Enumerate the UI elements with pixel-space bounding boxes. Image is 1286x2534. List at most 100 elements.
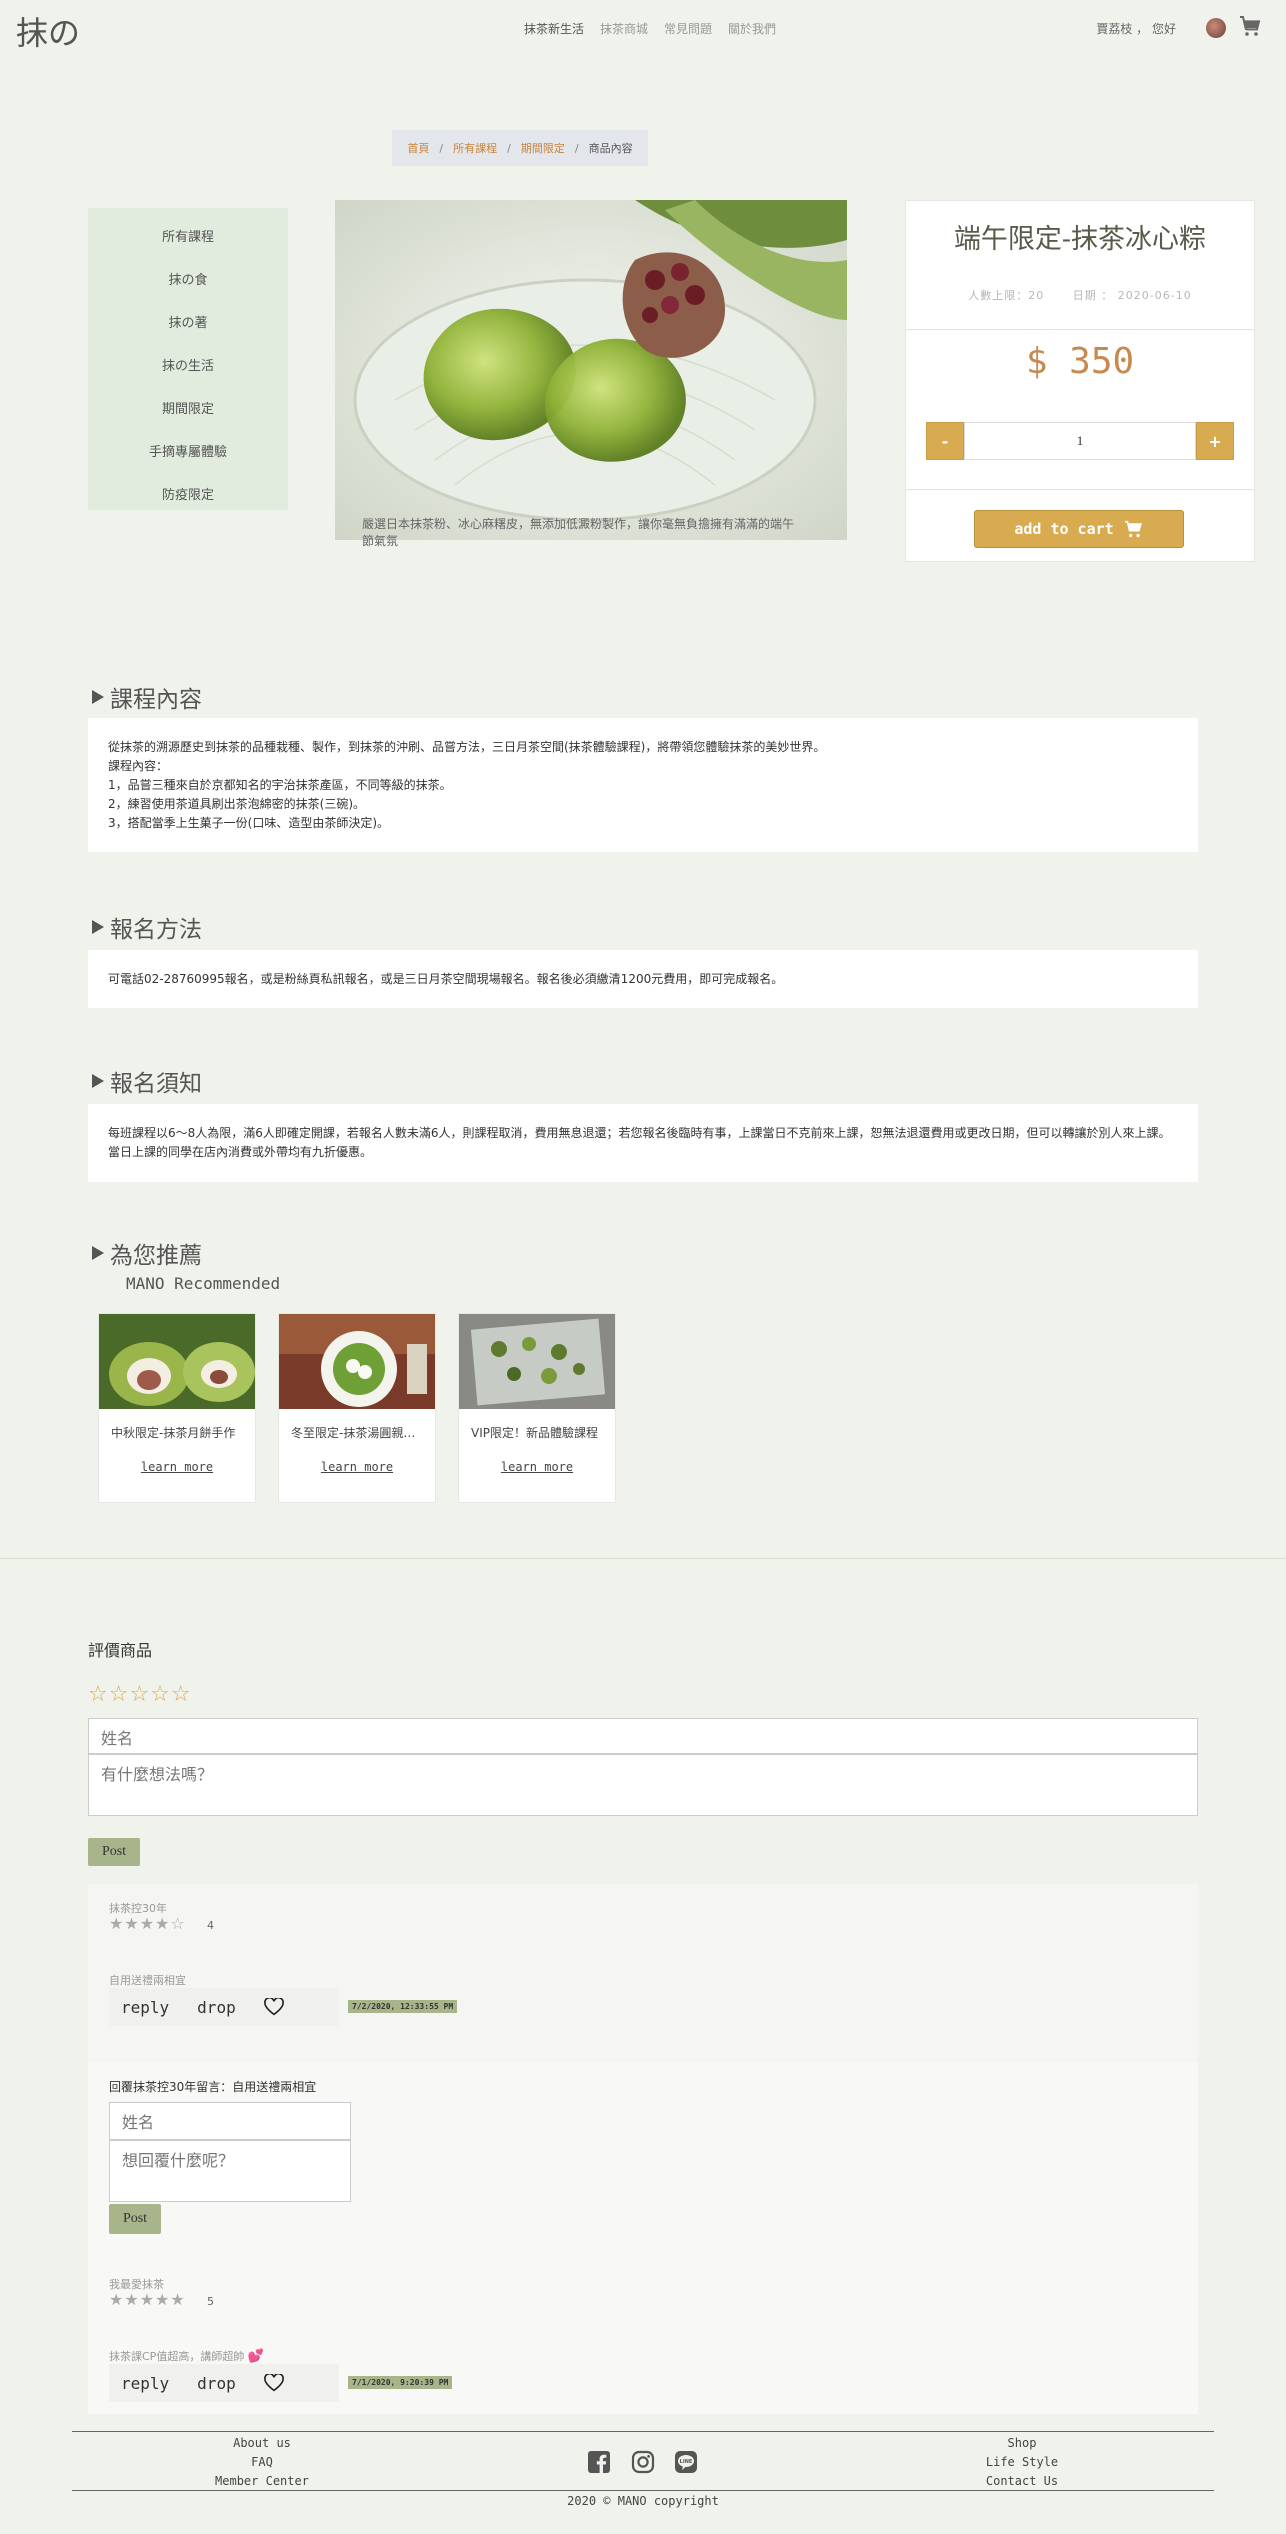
recommend-card[interactable]: 冬至限定-抹茶湯圓親子手作 learn more <box>278 1313 436 1503</box>
date-label: 日期 ： 2020-06-10 <box>1072 289 1192 302</box>
svg-text:LINE: LINE <box>680 2459 693 2465</box>
notice-box: 每班課程以6～8人為限，滿6人即確定開課，若報名人數未滿6人，則課程取消，費用無… <box>88 1104 1198 1182</box>
sidebar-item-life[interactable]: 抹の生活 <box>88 345 288 388</box>
sidebar-item-all-courses[interactable]: 所有課程 <box>88 216 288 259</box>
triangle-icon <box>92 920 104 934</box>
learn-more-link[interactable]: learn more <box>99 1460 255 1474</box>
product-meta: 人數上限：20 日期 ： 2020-06-10 <box>906 287 1254 303</box>
review-stars: ★★★★★ <box>109 2290 186 2309</box>
review-text-content: 抹茶課CP值超高，講師超帥 <box>109 2350 245 2363</box>
nav-matcha-shop[interactable]: 抹茶商城 <box>600 20 648 37</box>
sidebar-item-picking[interactable]: 手摘專屬體驗 <box>88 431 288 474</box>
site-logo[interactable]: 抹の <box>16 8 80 54</box>
triangle-icon <box>92 1246 104 1260</box>
recommend-card[interactable]: VIP限定！新品體驗課程 learn more <box>458 1313 616 1503</box>
footer-lifestyle-link[interactable]: Life Style <box>962 2453 1082 2472</box>
learn-more-link[interactable]: learn more <box>279 1460 435 1474</box>
product-image <box>335 200 847 540</box>
facebook-icon[interactable] <box>587 2450 611 2474</box>
instagram-icon[interactable] <box>631 2450 655 2474</box>
reply-name-input[interactable]: 姓名 <box>109 2102 351 2140</box>
review-timestamp: 7/2/2020, 12:33:55 PM <box>348 2000 458 2013</box>
qty-input[interactable]: 1 <box>964 422 1196 460</box>
triangle-icon <box>92 690 104 704</box>
breadcrumb-separator: / <box>507 141 511 155</box>
review-text: 抹茶課CP值超高，講師超帥 💕 <box>109 2348 264 2364</box>
breadcrumb-separator: / <box>439 141 444 155</box>
triangle-icon <box>92 1074 104 1088</box>
notice-text: 每班課程以6～8人為限，滿6人即確定開課，若報名人數未滿6人，則課程取消，費用無… <box>108 1126 1171 1159</box>
breadcrumb: 首頁 / 所有課程 / 期間限定 / 商品內容 <box>392 130 648 166</box>
content-text: 從抹茶的溯源歷史到抹茶的品種栽種、製作，到抹茶的沖刷、品嘗方法，三日月茶空間(抹… <box>108 740 826 830</box>
recommend-card[interactable]: 中秋限定-抹茶月餅手作 learn more <box>98 1313 256 1503</box>
recommend-heading: 為您推薦 <box>92 1236 202 1270</box>
rating-stars-input[interactable]: ☆☆☆☆☆ <box>88 1682 192 1707</box>
cart-icon[interactable] <box>1238 14 1262 38</box>
breadcrumb-separator: / <box>574 141 579 155</box>
signup-text: 可電話02-28760995報名，或是粉絲頁私訊報名，或是三日月茶空間現場報名。… <box>108 972 784 986</box>
divider <box>906 329 1254 330</box>
footer-top-line <box>72 2431 1214 2432</box>
breadcrumb-limited[interactable]: 期間限定 <box>521 140 565 156</box>
add-to-cart-label: add to cart <box>1014 520 1114 538</box>
footer-faq-link[interactable]: FAQ <box>200 2453 324 2472</box>
breadcrumb-courses[interactable]: 所有課程 <box>453 140 497 156</box>
sidebar-item-works[interactable]: 抹の著 <box>88 302 288 345</box>
footer-contact-link[interactable]: Contact Us <box>962 2472 1082 2491</box>
add-to-cart-button[interactable]: add to cart <box>974 510 1184 548</box>
reply-button[interactable]: reply <box>121 2374 169 2393</box>
reply-post-button[interactable]: Post <box>109 2204 161 2234</box>
breadcrumb-home[interactable]: 首頁 <box>407 140 429 156</box>
nav-faq[interactable]: 常見問題 <box>664 20 712 37</box>
drop-button[interactable]: drop <box>197 1998 236 2017</box>
qty-minus-button[interactable]: - <box>926 422 964 460</box>
line-icon[interactable]: LINE <box>674 2450 698 2474</box>
reviews-list: 抹茶控30年 ★★★★☆ 4 自用送禮兩相宜 reply drop 7/2/20… <box>88 1884 1198 2414</box>
drop-button[interactable]: drop <box>197 2374 236 2393</box>
learn-more-link[interactable]: learn more <box>459 1460 615 1474</box>
footer-links-left: About us FAQ Member Center <box>200 2434 324 2491</box>
footer-bottom-line <box>72 2490 1214 2491</box>
reply-textarea[interactable]: 想回覆什麼呢？ <box>109 2140 351 2202</box>
sidebar-item-food[interactable]: 抹の食 <box>88 259 288 302</box>
signup-box: 可電話02-28760995報名，或是粉絲頁私訊報名，或是三日月茶空間現場報名。… <box>88 950 1198 1008</box>
nav-matcha-life[interactable]: 抹茶新生活 <box>524 20 584 37</box>
recommend-image <box>279 1314 435 1409</box>
avatar[interactable] <box>1206 18 1226 38</box>
footer-about-link[interactable]: About us <box>200 2434 324 2453</box>
recommend-image <box>99 1314 255 1409</box>
sidebar-item-epidemic[interactable]: 防疫限定 <box>88 474 288 517</box>
footer-member-link[interactable]: Member Center <box>200 2472 324 2491</box>
heart-icon[interactable] <box>263 1998 284 2016</box>
reply-button[interactable]: reply <box>121 1998 169 2017</box>
recommend-title: 冬至限定-抹茶湯圓親子手作 <box>291 1426 425 1440</box>
product-caption: 嚴選日本抹茶粉、冰心麻糬皮，無添加低澱粉製作，讓你毫無負擔擁有滿滿的端午節氣氛 <box>362 517 795 548</box>
nav-about[interactable]: 關於我們 <box>728 20 776 37</box>
review-name-input[interactable]: 姓名 <box>88 1718 1198 1754</box>
review-item <box>88 1884 1198 2062</box>
review-comment-textarea[interactable]: 有什麼想法嗎？ <box>88 1754 1198 1816</box>
review-stars: ★★★★☆ <box>109 1914 186 1933</box>
main-nav: 抹茶新生活 抹茶商城 常見問題 關於我們 <box>524 20 776 37</box>
footer-copyright: 2020 © MANO copyright <box>567 2494 719 2508</box>
product-title: 端午限定-抹茶冰心粽 <box>953 224 1207 255</box>
signup-heading-text: 報名方法 <box>110 917 202 943</box>
review-text: 自用送禮兩相宜 <box>109 1974 186 1987</box>
review-timestamp: 7/1/2020, 9:20:39 PM <box>348 2376 453 2389</box>
notice-heading: 報名須知 <box>92 1064 202 1098</box>
content-box: 從抹茶的溯源歷史到抹茶的品種栽種、製作，到抹茶的沖刷、品嘗方法，三日月茶空間(抹… <box>88 718 1198 852</box>
heart-icon[interactable] <box>263 2374 284 2392</box>
qty-plus-button[interactable]: + <box>1196 422 1234 460</box>
breadcrumb-current: 商品內容 <box>588 142 633 155</box>
capacity-label: 人數上限：20 <box>968 289 1045 302</box>
recommend-heading-text: 為您推薦 <box>110 1243 202 1269</box>
recommend-image <box>459 1314 615 1409</box>
recommend-title: VIP限定！新品體驗課程 <box>471 1426 598 1440</box>
sidebar-item-limited[interactable]: 期間限定 <box>88 388 288 431</box>
footer-shop-link[interactable]: Shop <box>962 2434 1082 2453</box>
quantity-stepper: - 1 + <box>926 422 1234 460</box>
divider <box>906 489 1254 490</box>
content-heading: 課程內容 <box>92 680 202 714</box>
reply-to-label: 回覆抹茶控30年留言：自用送禮兩相宜 <box>109 2080 317 2094</box>
review-post-button[interactable]: Post <box>88 1838 140 1866</box>
